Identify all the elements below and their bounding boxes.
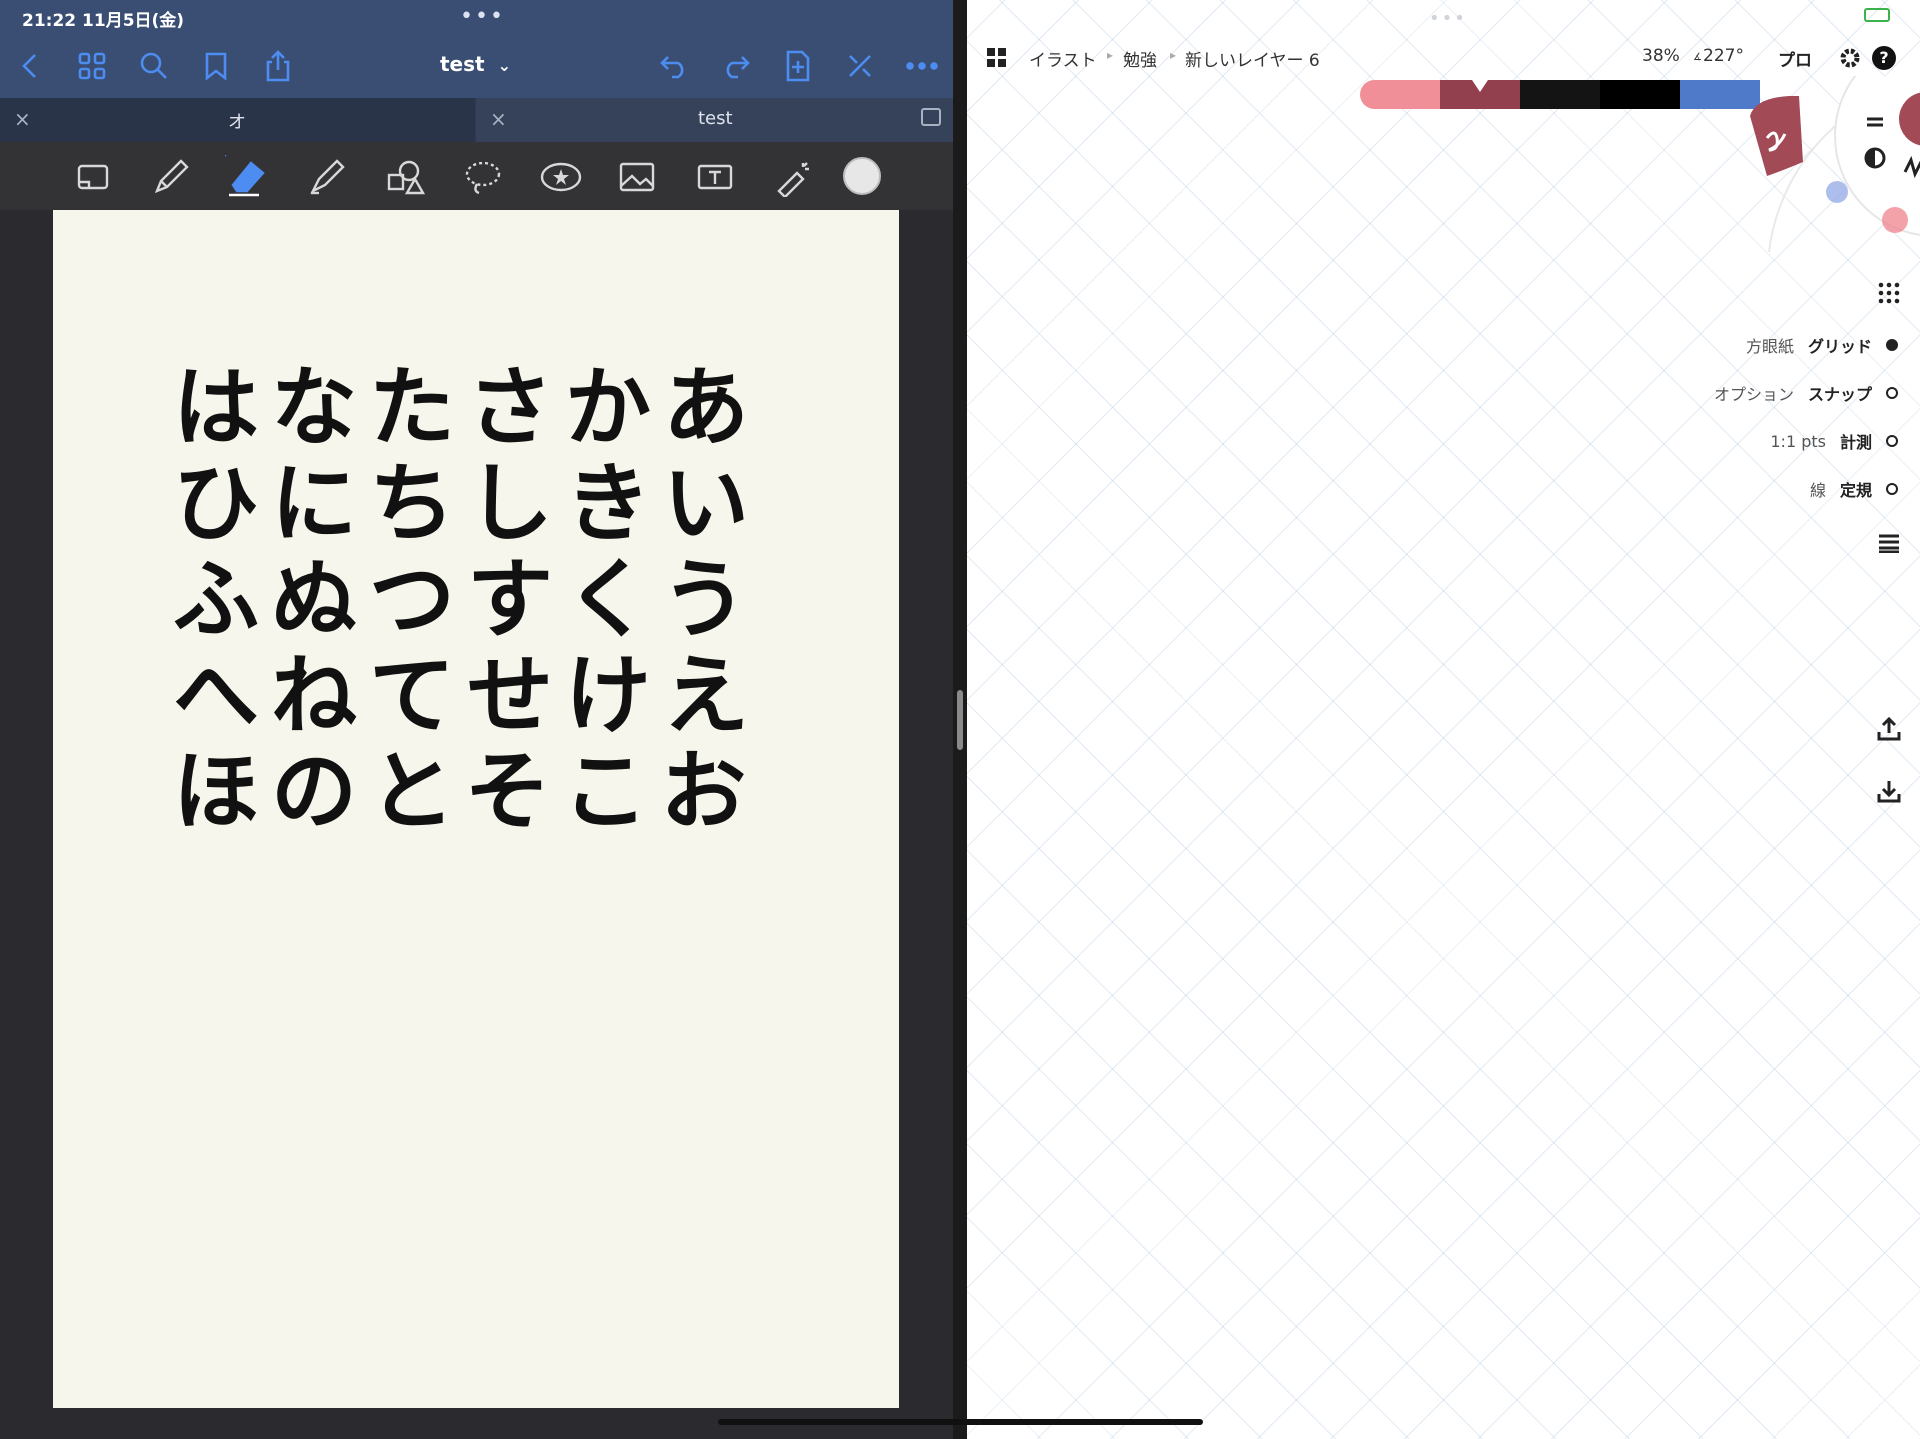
gallery-grid-icon[interactable] [987, 48, 1007, 68]
pen-tool-icon[interactable] [146, 152, 196, 202]
document-title-text: test [440, 52, 485, 76]
toggle-dot-off-icon[interactable] [1886, 435, 1898, 447]
angle-readout[interactable]: 227° [1703, 46, 1744, 66]
split-view-icon[interactable] [921, 108, 941, 126]
option-key: 方眼紙 [1745, 337, 1794, 356]
document-tabs: × オ × test [0, 98, 953, 142]
breadcrumb-item[interactable]: イラスト [1029, 46, 1097, 71]
help-icon[interactable]: ? [1872, 46, 1896, 70]
status-time-date: 21:22 11月5日(金) [22, 11, 185, 31]
zoom-readout[interactable]: 38% [1642, 46, 1680, 66]
layers-icon[interactable] [1872, 526, 1906, 560]
highlighter-tool-icon[interactable] [302, 152, 352, 202]
option-key: 線 [1809, 481, 1826, 500]
undo-icon[interactable] [654, 46, 694, 86]
notes-app-pane: 21:22 11月5日(金) ••• test ⌄ × オ × test はなた… [0, 0, 953, 1439]
grid-menu-icon[interactable] [1872, 276, 1906, 310]
color-palette-strip[interactable] [1360, 80, 1760, 109]
option-key: オプション [1713, 385, 1794, 404]
selected-marker-icon [1472, 80, 1488, 92]
option-row-snap[interactable]: オプション スナップ [1714, 380, 1898, 406]
option-value[interactable]: グリッド [1808, 333, 1872, 357]
breadcrumb-item[interactable]: 勉強 [1123, 46, 1157, 71]
export-icon[interactable] [1872, 712, 1906, 746]
document-title[interactable]: test ⌄ [440, 52, 511, 76]
laser-pointer-icon[interactable] [768, 152, 818, 202]
drawing-app-pane[interactable]: ••• イラスト ▸ 勉強 ▸ 新しいレイヤー 6 38% ∡ 227° プロ … [967, 0, 1920, 1439]
close-tab-icon[interactable]: × [14, 107, 31, 131]
redo-icon[interactable] [716, 46, 756, 86]
handwriting-row: へねてせけえ [173, 646, 761, 746]
handwriting-row: はなたさかあ [173, 358, 761, 458]
elements-sticker-icon[interactable] [536, 152, 586, 202]
fullscreen-icon[interactable] [1864, 8, 1890, 22]
option-row-grid[interactable]: 方眼紙 グリッド [1746, 332, 1898, 358]
color-swatch[interactable] [1360, 80, 1440, 109]
bookmark-icon[interactable] [196, 46, 236, 86]
image-tool-icon[interactable] [612, 152, 662, 202]
note-page[interactable]: はなたさかあ ひにちしきい ふぬつすくう へねてせけえ ほのとそこお [53, 210, 899, 1408]
option-value[interactable]: 計測 [1840, 429, 1872, 453]
pen-edit-mode-icon[interactable] [840, 46, 880, 86]
handwriting-row: ひにちしきい [173, 454, 761, 554]
color-swatch-selected[interactable] [1440, 80, 1520, 109]
home-indicator[interactable] [718, 1419, 1203, 1425]
color-swatch[interactable] [1520, 80, 1600, 109]
share-icon[interactable] [258, 46, 298, 86]
option-row-ruler[interactable]: 線 定規 [1810, 476, 1898, 502]
chevron-right-icon: ▸ [1107, 48, 1114, 62]
shapes-tool-icon[interactable] [380, 152, 430, 202]
split-view-divider[interactable] [953, 0, 967, 1439]
more-options-icon[interactable] [902, 46, 942, 86]
nav-bar: test ⌄ [0, 34, 953, 98]
color-swatch[interactable] [1600, 80, 1680, 109]
import-icon[interactable] [1872, 774, 1906, 808]
chevron-down-icon: ⌄ [497, 56, 511, 75]
option-row-measure[interactable]: 1:1 pts 計測 [1770, 428, 1898, 454]
tab-test[interactable]: × test [476, 98, 953, 142]
breadcrumb-item[interactable]: 新しいレイヤー 6 [1185, 46, 1320, 71]
canvas-top-bar: イラスト ▸ 勉強 ▸ 新しいレイヤー 6 38% ∡ 227° プロ ? [967, 36, 1920, 80]
multitasking-dots-icon[interactable]: ••• [460, 4, 505, 29]
angle-icon: ∡ [1693, 52, 1702, 63]
eraser-tool-icon[interactable] [222, 152, 272, 202]
text-tool-icon[interactable] [690, 152, 740, 202]
option-key: 1:1 pts [1770, 431, 1826, 451]
settings-gear-icon[interactable] [1838, 46, 1862, 74]
color-swatch-button[interactable] [843, 157, 881, 195]
toggle-dot-off-icon[interactable] [1886, 387, 1898, 399]
divider-handle[interactable] [957, 690, 963, 750]
thumbnails-grid-icon[interactable] [72, 46, 112, 86]
toggle-dot-on-icon[interactable] [1886, 339, 1898, 351]
tab-label: オ [228, 112, 246, 133]
close-tab-icon[interactable]: × [490, 107, 507, 131]
tab-o[interactable]: × オ [0, 98, 475, 142]
lasso-tool-icon[interactable] [458, 152, 508, 202]
zoom-window-icon[interactable] [68, 152, 118, 202]
multitasking-dots-icon[interactable]: ••• [1429, 8, 1467, 29]
tab-label: test [698, 108, 733, 129]
handwriting-row: ほのとそこお [173, 742, 759, 842]
handwriting-content: はなたさかあ ひにちしきい ふぬつすくう へねてせけえ ほのとそこお [173, 360, 761, 840]
status-bar: 21:22 11月5日(金) ••• [0, 0, 953, 34]
search-icon[interactable] [134, 46, 174, 86]
add-page-icon[interactable] [778, 46, 818, 86]
chevron-right-icon: ▸ [1170, 48, 1177, 62]
back-chevron-icon[interactable] [10, 46, 50, 86]
pro-button[interactable]: プロ [1778, 46, 1812, 71]
tool-wheel[interactable] [1745, 36, 1920, 253]
option-value[interactable]: 定規 [1840, 477, 1872, 501]
option-value[interactable]: スナップ [1808, 381, 1872, 405]
drawing-toolbar [0, 142, 953, 210]
handwriting-row: ふぬつすくう [173, 550, 760, 650]
toggle-dot-off-icon[interactable] [1886, 483, 1898, 495]
